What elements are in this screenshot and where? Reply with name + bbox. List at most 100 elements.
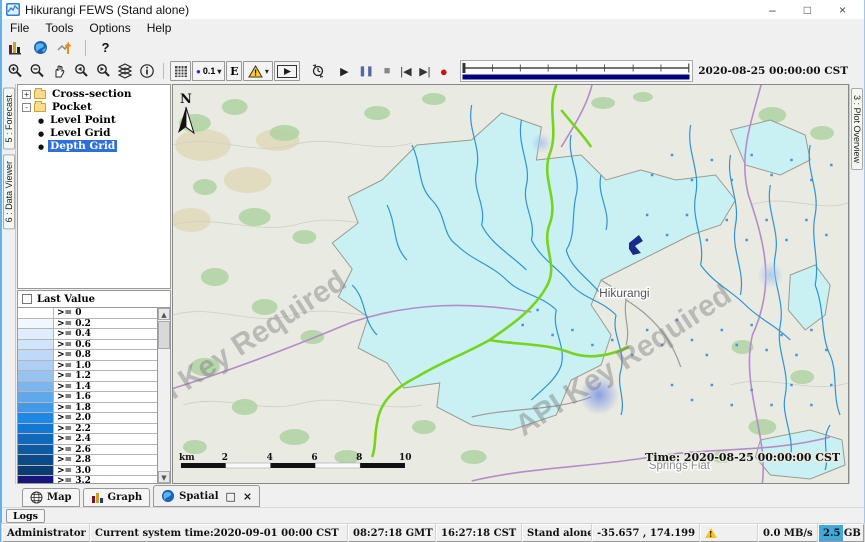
status-mode: Stand alone <box>522 524 592 542</box>
tab-restore-icon[interactable]: □ <box>226 490 236 503</box>
tab-spatial[interactable]: Spatial □ × <box>153 485 260 507</box>
legend-row: >= 3.2 <box>18 476 157 483</box>
warning-dropdown[interactable]: ▾ <box>243 61 273 81</box>
zoom-next-icon[interactable] <box>92 61 113 81</box>
tree-item-depth-grid[interactable]: Depth Grid <box>48 140 117 152</box>
help-label: ? <box>102 40 110 55</box>
status-memory[interactable]: 2.5 GB <box>818 524 864 542</box>
toolbar-separator <box>85 40 86 56</box>
status-throughput: 0.0 MB/s <box>758 524 818 542</box>
window-title: Hikurangi FEWS (Stand alone) <box>25 3 189 17</box>
menu-tools[interactable]: Tools <box>37 20 81 36</box>
last-value-label: Last Value <box>37 294 95 305</box>
step-forward-button[interactable]: ▶| <box>418 65 432 78</box>
menu-options[interactable]: Options <box>81 20 138 36</box>
legend-label: >= 1.0 <box>54 361 157 371</box>
legend-row: >= 1.4 <box>18 382 157 393</box>
pan-hand-icon[interactable] <box>48 61 69 81</box>
svg-text:6: 6 <box>311 453 317 463</box>
tree-item-level-grid[interactable]: Level Grid <box>48 127 112 139</box>
legend-label: >= 0.8 <box>54 350 157 360</box>
movie-export-button[interactable] <box>274 61 300 81</box>
legend-label: >= 1.2 <box>54 371 157 381</box>
tab-close-icon[interactable]: × <box>243 490 252 503</box>
scroll-up-icon[interactable]: ▲ <box>158 308 170 320</box>
close-button[interactable]: × <box>839 3 846 17</box>
animation-settings-icon[interactable] <box>307 61 328 81</box>
legend-row: >= 0.6 <box>18 340 157 351</box>
step-back-button[interactable]: |◀ <box>399 65 413 78</box>
legend-swatch <box>18 329 54 339</box>
help-button[interactable]: ? <box>95 38 116 58</box>
legend-swatch <box>18 392 54 402</box>
spatial-map[interactable]: API Key Required API Key Required N Hiku… <box>172 84 849 484</box>
svg-text:8: 8 <box>356 453 362 463</box>
legend-row: >= 2.0 <box>18 413 157 424</box>
map-display-icon[interactable] <box>30 38 51 58</box>
content-area: 5 : Forecast 6 : Data Viewer + Cross-sec… <box>2 84 864 484</box>
zoom-in-icon[interactable] <box>4 61 25 81</box>
expander-icon[interactable]: + <box>22 90 31 99</box>
chevron-down-icon: ▾ <box>265 67 269 76</box>
svg-text:10: 10 <box>399 453 411 463</box>
map-toolbar: ● 0.1 ▾ E ▾ ▶ ❚❚ ■ |◀ ▶| ● <box>2 58 864 84</box>
legend-row: >= 0.4 <box>18 329 157 340</box>
svg-text:km: km <box>179 453 195 463</box>
tab-plot-overview[interactable]: 3 : Plot Overview <box>851 88 863 170</box>
labels-toggle-button[interactable]: E <box>226 61 242 81</box>
logs-button[interactable]: Logs <box>6 509 45 523</box>
tree-item-level-point[interactable]: Level Point <box>48 114 118 126</box>
maximize-button[interactable]: □ <box>804 3 811 17</box>
last-value-checkbox[interactable] <box>22 294 32 304</box>
timeline-span-bar <box>462 75 689 80</box>
tree-row: ● Level Grid <box>18 127 170 139</box>
warning-icon <box>705 528 717 538</box>
app-window: Hikurangi FEWS (Stand alone) – □ × File … <box>0 0 865 542</box>
scroll-down-icon[interactable]: ▼ <box>158 471 170 483</box>
legend-row: >= 3.0 <box>18 466 157 477</box>
legend-row: >= 2.2 <box>18 424 157 435</box>
tree-item-pocket[interactable]: Pocket <box>50 101 94 113</box>
tab-map[interactable]: Map <box>22 488 80 507</box>
legend-row: >= 1.6 <box>18 392 157 403</box>
tree-row: - Pocket <box>18 101 170 113</box>
status-local-time: 16:27:18 CST <box>436 524 522 542</box>
pause-button[interactable]: ❚❚ <box>358 66 373 77</box>
zoom-out-icon[interactable] <box>26 61 47 81</box>
stop-button[interactable]: ■ <box>380 65 394 77</box>
legend-scrollbar[interactable]: ▲ ▼ <box>157 308 170 483</box>
svg-text:N: N <box>180 92 192 107</box>
tab-graph[interactable]: Graph <box>83 488 151 507</box>
status-warning[interactable] <box>700 524 758 542</box>
tab-data-viewer[interactable]: 6 : Data Viewer <box>3 154 15 229</box>
label-hikurangi: Hikurangi <box>599 286 649 300</box>
timeline-slider[interactable] <box>460 60 693 82</box>
threshold-value: 0.1 <box>203 66 216 76</box>
main-toolbar: ? <box>2 37 864 58</box>
record-button[interactable]: ● <box>437 64 451 79</box>
layers-icon[interactable] <box>114 61 135 81</box>
threshold-dropdown[interactable]: ● 0.1 ▾ <box>192 61 225 81</box>
zoom-previous-icon[interactable] <box>70 61 91 81</box>
legend-label: >= 2.2 <box>54 424 157 434</box>
info-icon[interactable] <box>136 61 157 81</box>
grid-display-button[interactable] <box>170 61 191 81</box>
legend-label: >= 0 <box>54 308 157 318</box>
tree-item-cross-section[interactable]: Cross-section <box>50 88 134 100</box>
tab-spatial-label: Spatial <box>179 491 218 502</box>
bullet-icon: ● <box>38 129 44 138</box>
scroll-thumb[interactable] <box>158 321 170 349</box>
timeseries-display-icon[interactable] <box>55 38 76 58</box>
minimize-button[interactable]: – <box>769 3 776 17</box>
forecast-manager-icon[interactable] <box>5 38 26 58</box>
play-button[interactable]: ▶ <box>337 65 351 78</box>
timeline-thumb[interactable] <box>462 63 465 73</box>
expander-icon[interactable]: - <box>22 103 31 112</box>
menu-file[interactable]: File <box>2 20 37 36</box>
legend-label: >= 2.8 <box>54 455 157 465</box>
tree-row: + Cross-section <box>18 88 170 100</box>
menu-help[interactable]: Help <box>139 20 180 36</box>
legend-label: >= 0.4 <box>54 329 157 339</box>
legend-swatch <box>18 445 54 455</box>
tab-forecast[interactable]: 5 : Forecast <box>3 88 15 150</box>
